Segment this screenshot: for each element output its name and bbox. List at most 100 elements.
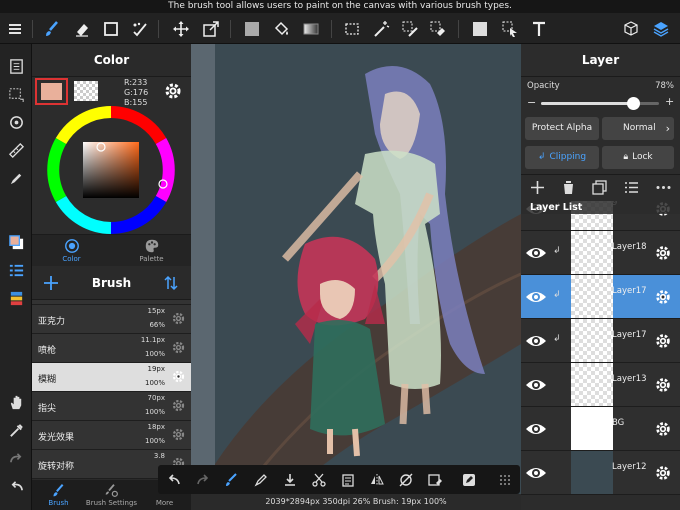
save-download-icon[interactable] (279, 470, 301, 490)
visibility-eye-icon[interactable] (525, 243, 547, 263)
lock-button[interactable]: 🔒︎ Lock (602, 146, 674, 169)
visibility-eye-icon[interactable] (525, 331, 547, 351)
bucket-icon[interactable] (268, 13, 294, 44)
copy-paste-icon[interactable] (337, 470, 359, 490)
brush-item[interactable]: 喷枪 11.1px 100% (32, 334, 191, 363)
visibility-eye-icon[interactable] (525, 419, 547, 439)
layer-gear-icon[interactable] (654, 420, 672, 438)
pen-pressure-icon[interactable] (4, 166, 28, 190)
snap-pen-icon[interactable] (250, 470, 272, 490)
clipping-button[interactable]: ↲ Clipping (525, 146, 599, 169)
brush-item[interactable]: 亚克力 15px 66% (32, 305, 191, 334)
color-wheel[interactable] (47, 106, 175, 234)
brush-item[interactable]: 发光效果 18px 100% (32, 421, 191, 450)
layer-color-icon[interactable] (4, 286, 28, 310)
tab-brush[interactable]: Brush (32, 480, 85, 510)
eyedropper-icon[interactable] (4, 418, 28, 442)
layer-row[interactable]: ↲ Layer17 (521, 319, 680, 363)
select-rect-icon[interactable] (339, 13, 365, 44)
brush-item-gear-icon[interactable] (171, 398, 186, 413)
add-brush-icon[interactable] (42, 274, 60, 292)
clipping-mark-icon: ↲ (553, 334, 561, 344)
layer-gear-icon[interactable] (654, 376, 672, 394)
select-pen-icon[interactable] (397, 13, 423, 44)
cut-icon[interactable] (308, 470, 330, 490)
brush-item-gear-icon[interactable] (171, 369, 186, 384)
brush-item-gear-icon[interactable] (171, 311, 186, 326)
layers-icon[interactable] (648, 13, 674, 44)
redo-button-icon[interactable] (192, 470, 214, 490)
menu-icon[interactable] (2, 13, 28, 44)
secondary-color-swatch[interactable] (74, 81, 98, 101)
layer-gear-icon[interactable] (654, 288, 672, 306)
layer-row[interactable]: Layer13 (521, 363, 680, 407)
selection-show-icon[interactable] (4, 82, 28, 106)
layer-row[interactable]: Layer12 (521, 451, 680, 495)
opacity-slider[interactable] (541, 97, 659, 110)
brush-item-gear-icon[interactable] (171, 427, 186, 442)
layer-gear-icon[interactable] (654, 332, 672, 350)
opacity-plus-icon[interactable]: + (665, 95, 674, 108)
layer-gear-icon[interactable] (654, 464, 672, 482)
visibility-eye-icon[interactable] (525, 287, 547, 307)
fill-select-icon[interactable] (467, 13, 493, 44)
transform-icon[interactable] (198, 13, 224, 44)
artwork-canvas[interactable] (215, 44, 521, 510)
brush-item[interactable]: 指尖 70px 100% (32, 392, 191, 421)
delete-layer-icon[interactable] (560, 179, 577, 196)
add-layer-icon[interactable] (529, 179, 546, 196)
select-move-icon[interactable] (497, 13, 523, 44)
edit-icon[interactable] (458, 470, 480, 490)
rotate-reset-icon[interactable] (395, 470, 417, 490)
brush-item-name: 指尖 (38, 404, 57, 414)
layer-gear-icon[interactable] (654, 244, 672, 262)
layer-panel-title: Layer (521, 44, 680, 77)
brush-icon[interactable] (39, 13, 65, 44)
brush-item[interactable]: 模糊 19px 100% (32, 363, 191, 392)
flip-icon[interactable] (366, 470, 388, 490)
color-swatch-icon[interactable] (4, 230, 28, 254)
brush-item-gear-icon[interactable] (171, 340, 186, 355)
rotate-canvas-icon[interactable] (4, 110, 28, 134)
layer-list-menu-icon[interactable] (623, 179, 640, 196)
rectangle-icon[interactable] (98, 13, 124, 44)
redo-icon[interactable] (4, 446, 28, 470)
layer-row[interactable]: BG (521, 407, 680, 451)
eraser-icon[interactable] (69, 13, 95, 44)
canvas-area[interactable] (191, 44, 521, 510)
opacity-minus-icon[interactable]: − (527, 96, 536, 109)
layer-thumbnail (571, 363, 613, 406)
undo-icon[interactable] (4, 474, 28, 498)
layer-row[interactable]: ↲ Layer17 (521, 275, 680, 319)
magic-wand-icon[interactable] (368, 13, 394, 44)
more-options-icon[interactable] (655, 179, 672, 196)
ruler-icon[interactable] (4, 138, 28, 162)
smudge-icon[interactable] (127, 13, 153, 44)
move-icon[interactable] (168, 13, 194, 44)
brush-list-icon[interactable] (4, 258, 28, 282)
grid-dots-icon[interactable] (494, 470, 516, 490)
chevron-right-icon: › (665, 122, 670, 135)
primary-color-swatch[interactable] (35, 78, 68, 105)
hand-icon[interactable] (4, 390, 28, 414)
clear-layer-icon[interactable] (424, 470, 446, 490)
select-eraser-icon[interactable] (425, 13, 451, 44)
stabilizer-icon[interactable] (221, 470, 243, 490)
gradient-icon[interactable] (298, 13, 324, 44)
undo-button-icon[interactable] (163, 470, 185, 490)
layer-name: Layer17 (612, 330, 647, 340)
visibility-eye-icon[interactable] (525, 463, 547, 483)
layer-row[interactable]: ↲ Layer18 (521, 231, 680, 275)
blend-mode-select[interactable]: Normal › (602, 117, 674, 140)
layer-list: ↲9↲Layer18↲Layer17↲Layer17Layer13BGLayer… (521, 201, 680, 510)
3d-icon[interactable] (618, 13, 644, 44)
layer-thumbnail-icon[interactable] (4, 54, 28, 78)
duplicate-layer-icon[interactable] (591, 179, 608, 196)
text-icon[interactable] (526, 13, 552, 44)
sort-brush-icon[interactable] (162, 274, 180, 292)
protect-alpha-button[interactable]: Protect Alpha (525, 117, 599, 140)
fill-rect-icon[interactable] (239, 13, 265, 44)
visibility-eye-icon[interactable] (525, 375, 547, 395)
color-settings-gear-icon[interactable] (163, 81, 183, 101)
tab-brush-settings[interactable]: Brush Settings (85, 480, 138, 510)
